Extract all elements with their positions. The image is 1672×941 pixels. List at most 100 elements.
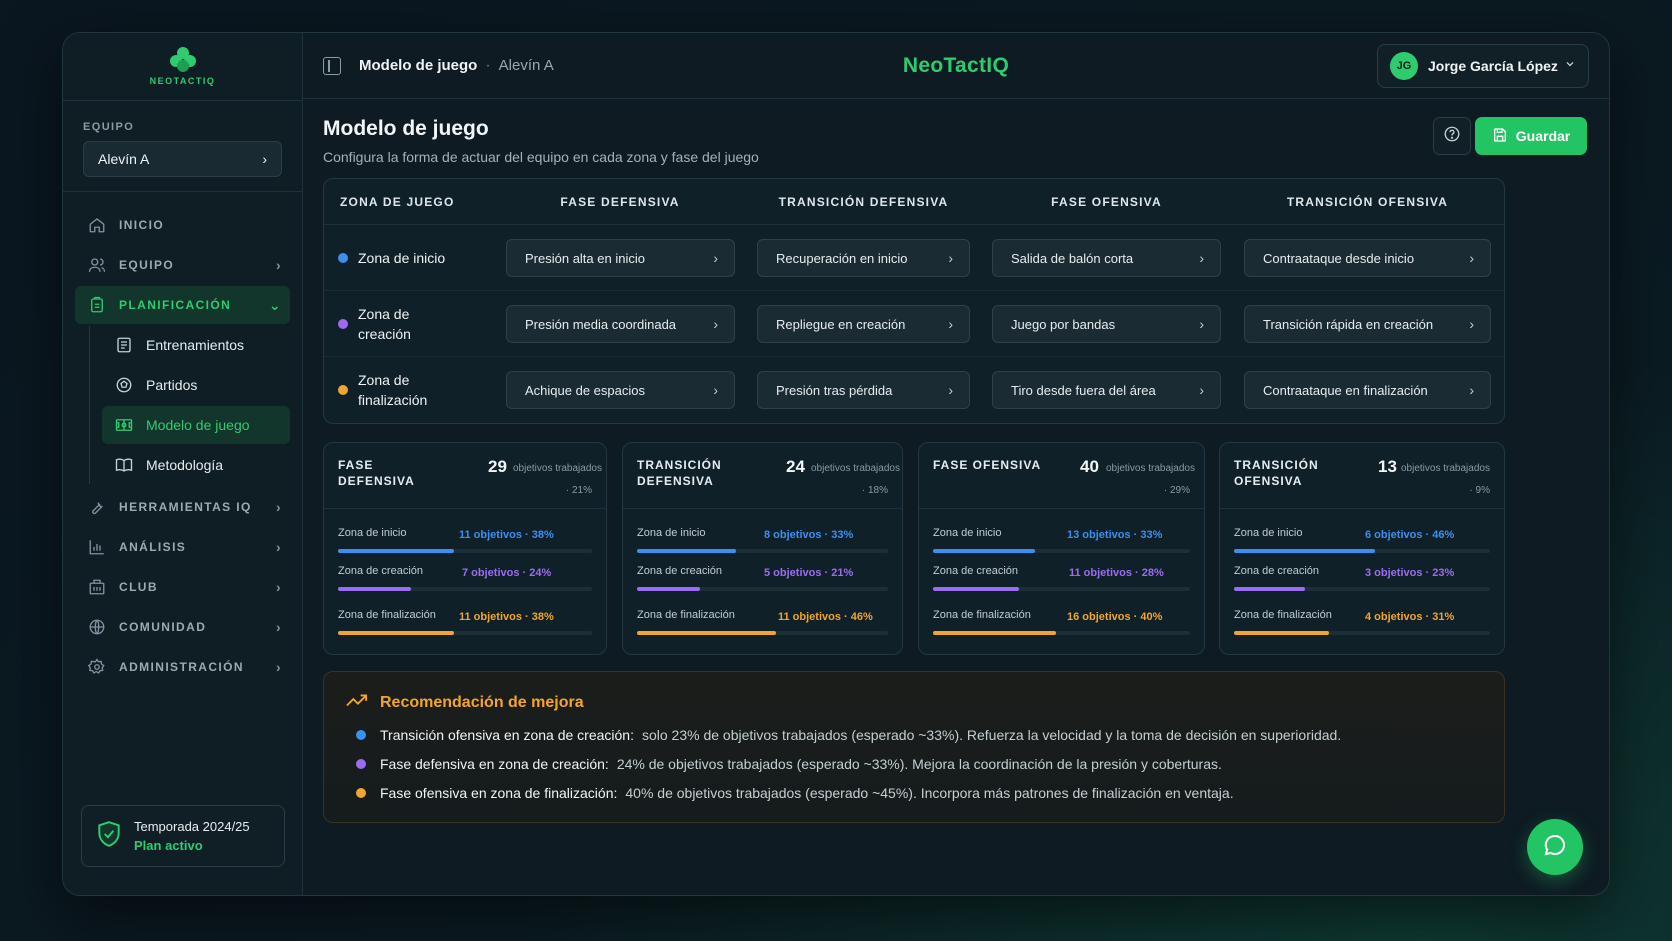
zone-stat-track	[338, 587, 592, 591]
zone-stat-track	[1234, 549, 1490, 553]
recommendation-title: Recomendación de mejora	[346, 692, 584, 713]
chevron-right-icon: ›	[275, 539, 282, 555]
user-menu[interactable]: JG Jorge García López	[1377, 44, 1589, 88]
team-label: EQUIPO	[83, 121, 135, 133]
chevron-right-icon: ›	[275, 257, 282, 273]
matrix-cell[interactable]: Presión media coordinada ›	[506, 305, 735, 343]
zone-stat-bar	[637, 549, 737, 553]
recommendation-item-text: solo 23% de objetivos trabajados (espera…	[641, 727, 1342, 743]
recommendation-item-text: 40% de objetivos trabajados (esperado ~4…	[625, 785, 1234, 801]
zone-stat-bar	[933, 631, 1057, 635]
cell-label: Recuperación en inicio	[776, 250, 908, 266]
phase-card-share: · 29%	[1163, 485, 1190, 496]
zone-stat-bar	[637, 631, 776, 635]
nav-label: ANÁLISIS	[119, 540, 187, 554]
chevron-right-icon: ›	[1469, 316, 1474, 332]
nav-item-equipo[interactable]: EQUIPO ›	[75, 246, 290, 284]
main-content: Modelo de juego · Alevín A NeoTactIQ JG …	[303, 33, 1609, 895]
matrix-cell[interactable]: Achique de espacios ›	[506, 371, 735, 409]
zone-dot	[338, 252, 348, 263]
recommendation-dot	[356, 759, 366, 769]
zone-stat-name: Zona de creación	[338, 565, 423, 577]
nav-item-planificacion[interactable]: PLANIFICACIÓN ⌄	[75, 286, 290, 324]
zone-stat-value: 16 objetivos · 40%	[1067, 611, 1163, 623]
nav-item-club[interactable]: CLUB ›	[75, 568, 290, 606]
matrix-cell[interactable]: Juego por bandas ›	[992, 305, 1221, 343]
zone-stat-name: Zona de finalización	[637, 609, 735, 621]
zone-name-line2: creación	[358, 325, 411, 342]
nav-item-herramientas-iq[interactable]: HERRAMIENTAS IQ ›	[75, 488, 290, 526]
phase-card-header: FASE DEFENSIVA 29 objetivos trabajados · 21%	[324, 443, 606, 509]
zone-stat-row: Zona de creación 3 objetivos · 23%	[1234, 565, 1490, 595]
nav-item-administracion[interactable]: ADMINISTRACIÓN ›	[75, 648, 290, 686]
recommendation-item-title: Transición ofensiva en zona de creación:	[380, 727, 634, 743]
nav-label: PLANIFICACIÓN	[119, 298, 232, 312]
zone-stat-row: Zona de inicio 6 objetivos · 46%	[1234, 527, 1490, 557]
nav-item-analisis[interactable]: ANÁLISIS ›	[75, 528, 290, 566]
sub-item-metodologia[interactable]: Metodología	[102, 446, 290, 484]
wrench-icon	[87, 497, 107, 517]
team-select-value: Alevín A	[98, 151, 150, 167]
season-badge[interactable]: Temporada 2024/25 Plan activo	[81, 805, 285, 867]
matrix-cell[interactable]: Transición rápida en creación ›	[1244, 305, 1491, 343]
gear-icon	[87, 657, 107, 677]
sidebar-toggle-icon[interactable]	[323, 56, 341, 75]
matrix-cell[interactable]: Presión alta en inicio ›	[506, 239, 735, 277]
help-button[interactable]	[1433, 117, 1471, 155]
phase-card-unit: objetivos trabajados	[513, 463, 602, 474]
zone-stat-value: 3 objetivos · 23%	[1365, 567, 1455, 579]
zone-name: Zona de	[358, 372, 410, 388]
zone-stat-bar	[1234, 549, 1376, 553]
sub-item-entrenamientos[interactable]: Entrenamientos	[102, 326, 290, 364]
matrix-row-finalizacion: Zona de finalización Achique de espacios ›…	[324, 357, 1504, 423]
zone-stat-row: Zona de finalización 11 objetivos · 38%	[338, 609, 592, 639]
recommendation-item: Fase defensiva en zona de creación: 24% …	[356, 756, 1222, 772]
save-button[interactable]: Guardar	[1475, 117, 1587, 155]
zone-stat-bar	[1234, 631, 1330, 635]
avatar: JG	[1390, 52, 1418, 80]
phase-card-total: 13	[1378, 457, 1397, 476]
zone-stat-name: Zona de creación	[1234, 565, 1319, 577]
matrix-cell[interactable]: Salida de balón corta ›	[992, 239, 1221, 277]
phase-card-share: · 9%	[1469, 485, 1490, 496]
nav-label: INICIO	[119, 218, 165, 232]
recommendation-item-title: Fase ofensiva en zona de finalización:	[380, 785, 618, 801]
list-icon	[114, 335, 134, 355]
sub-item-partidos[interactable]: Partidos	[102, 366, 290, 404]
zone-stat-name: Zona de finalización	[1234, 609, 1332, 621]
zone-stat-value: 11 objetivos · 46%	[778, 611, 873, 623]
matrix-cell[interactable]: Repliegue en creación ›	[757, 305, 970, 343]
matrix-cell[interactable]: Presión tras pérdida ›	[757, 371, 970, 409]
matrix-cell[interactable]: Contraataque en finalización ›	[1244, 371, 1491, 409]
sub-item-label: Entrenamientos	[146, 337, 245, 353]
nav-item-comunidad[interactable]: COMUNIDAD ›	[75, 608, 290, 646]
cell-label: Achique de espacios	[525, 382, 645, 398]
zone-stat-track	[1234, 587, 1490, 591]
team-select[interactable]: Alevín A ›	[83, 141, 282, 177]
chevron-right-icon: ›	[948, 382, 953, 398]
zone-stat-bar	[933, 587, 1020, 591]
logo[interactable]: NEOTACTIQ	[63, 33, 302, 101]
phase-card: TRANSICIÓN OFENSIVA 13 objetivos trabajados…	[1219, 442, 1505, 655]
ball-icon	[114, 375, 134, 395]
matrix-cell[interactable]: Contraataque desde inicio ›	[1244, 239, 1491, 277]
cell-label: Presión alta en inicio	[525, 250, 645, 266]
chevron-right-icon: ›	[713, 382, 718, 398]
chat-button[interactable]	[1527, 819, 1583, 875]
phase-card: TRANSICIÓN DEFENSIVA 24 objetivos trabajado…	[622, 442, 903, 655]
phase-card-title: FASE OFENSIVA	[933, 458, 1042, 472]
sub-item-modelo-de-juego[interactable]: Modelo de juego	[102, 406, 290, 444]
zone-stat-row: Zona de inicio 8 objetivos · 33%	[637, 527, 888, 557]
matrix-cell[interactable]: Tiro desde fuera del área ›	[992, 371, 1221, 409]
save-icon	[1492, 127, 1508, 146]
phase-card: FASE DEFENSIVA 29 objetivos trabajados · 21%…	[323, 442, 607, 655]
zone-stat-name: Zona de inicio	[933, 527, 1002, 539]
matrix-cell[interactable]: Recuperación en inicio ›	[757, 239, 970, 277]
nav-item-inicio[interactable]: INICIO	[75, 206, 290, 244]
nav-label: CLUB	[119, 580, 158, 594]
phase-card-title: FASE DEFENSIVA	[338, 458, 415, 488]
zone-stat-value: 4 objetivos · 31%	[1365, 611, 1455, 623]
col-header-transicion-ofensiva: TRANSICIÓN OFENSIVA	[1286, 194, 1449, 209]
phase-card-total: 24	[786, 457, 805, 476]
zone-stat-value: 11 objetivos · 38%	[459, 529, 554, 541]
